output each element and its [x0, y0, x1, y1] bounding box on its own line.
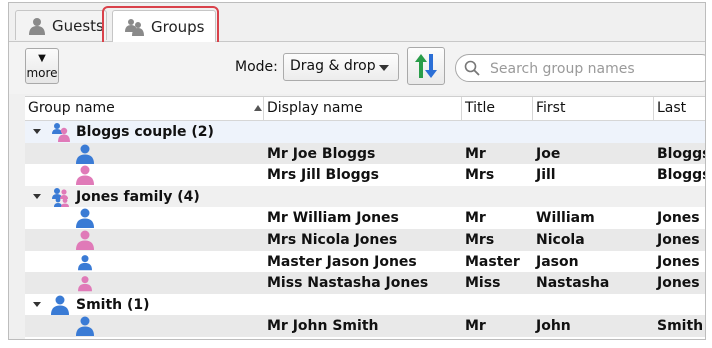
title-cell: Mrs [465, 167, 495, 184]
display-name-cell: Master Jason Jones [267, 253, 417, 270]
toolbar: ▼ more Mode: Drag & drop [9, 42, 705, 94]
tab-guests[interactable]: Guests [15, 10, 107, 40]
male-person-icon [76, 316, 94, 339]
title-cell: Mr [465, 210, 486, 227]
last-name-cell: Bloggs [657, 167, 706, 184]
column-divider[interactable] [461, 97, 462, 120]
table-row[interactable]: Mr William Jones Mr William Jones [25, 207, 705, 229]
display-name-cell: Mr Joe Bloggs [267, 145, 376, 162]
last-name-cell: Jones [657, 253, 700, 270]
display-name-cell: Miss Nastasha Jones [267, 275, 429, 292]
table-row[interactable]: Master Jason Jones Master Jason Jones [25, 251, 705, 273]
more-button[interactable]: ▼ more [25, 48, 59, 84]
groups-table: Group name Display name Title First Last… [25, 96, 706, 339]
title-cell: Master [465, 253, 520, 270]
table-row[interactable]: Mrs Jill Bloggs Mrs Jill Bloggs [25, 164, 706, 186]
chevron-down-icon [379, 65, 389, 71]
group-row[interactable]: Bloggs couple (2) [25, 121, 705, 143]
column-header-last[interactable]: Last [657, 100, 686, 116]
tab-guests-label: Guests [52, 16, 104, 35]
title-cell: Mr [465, 318, 486, 335]
title-cell: Miss [465, 275, 501, 292]
last-name-cell: Jones [657, 210, 700, 227]
search-icon [464, 60, 480, 80]
tab-groups[interactable]: Groups [112, 10, 216, 42]
first-name-cell: Jason [536, 253, 579, 270]
expand-toggle-icon[interactable] [33, 301, 41, 307]
dropdown-arrow-icon: ▼ [38, 53, 46, 64]
tab-bar: Guests Groups [9, 3, 705, 42]
mode-label: Mode: [235, 59, 278, 75]
sort-ascending-icon [254, 105, 262, 111]
window-frame: Guests Groups ▼ more Mode: Drag & drop S… [8, 2, 706, 340]
group-name: Smith (1) [76, 296, 150, 313]
sort-order-button[interactable] [407, 47, 445, 85]
display-name-cell: Mrs Nicola Jones [267, 231, 398, 248]
table-row[interactable]: Miss Nastasha Jones Miss Nastasha Jones [25, 272, 705, 294]
last-name-cell: Jones [657, 275, 700, 292]
expand-toggle-icon[interactable] [33, 193, 41, 199]
column-header-first[interactable]: First [536, 100, 565, 116]
search-box [455, 54, 705, 82]
group-icon [125, 18, 145, 36]
first-name-cell: John [536, 318, 571, 335]
title-cell: Mr [465, 145, 486, 162]
sort-up-down-icon [415, 54, 437, 78]
first-name-cell: Nicola [536, 231, 585, 248]
table-row[interactable]: Mr John Smith Mr John Smith [25, 315, 705, 339]
group-row[interactable]: Smith (1) [25, 294, 705, 316]
group-name: Bloggs couple (2) [76, 124, 214, 140]
display-name-cell: Mr John Smith [267, 318, 379, 335]
table-header: Group name Display name Title First Last [25, 97, 705, 121]
last-name-cell: Jones [657, 231, 700, 248]
column-divider[interactable] [532, 97, 533, 120]
group-name: Jones family (4) [76, 188, 200, 205]
column-header-group-name[interactable]: Group name [28, 100, 115, 116]
column-divider[interactable] [653, 97, 654, 120]
last-name-cell: Smith [657, 318, 704, 335]
search-input[interactable] [488, 58, 705, 80]
mode-value: Drag & drop [290, 58, 376, 74]
mode-select[interactable]: Drag & drop [283, 53, 399, 81]
display-name-cell: Mrs Jill Bloggs [267, 167, 379, 184]
column-divider[interactable] [263, 97, 264, 120]
person-icon [28, 17, 46, 35]
first-name-cell: Nastasha [536, 275, 610, 292]
last-name-cell: Bloggs [657, 145, 706, 162]
column-header-title[interactable]: Title [465, 100, 495, 116]
first-name-cell: William [536, 210, 595, 227]
first-name-cell: Joe [536, 145, 561, 162]
table-row[interactable]: Mrs Nicola Jones Mrs Nicola Jones [25, 228, 705, 251]
table-row[interactable]: Mr Joe Bloggs Mr Joe Bloggs [25, 142, 706, 165]
group-row[interactable]: Jones family (4) [25, 185, 705, 208]
tab-groups-label: Groups [151, 17, 205, 36]
column-header-display-name[interactable]: Display name [267, 100, 363, 116]
more-label: more [26, 66, 58, 80]
display-name-cell: Mr William Jones [267, 210, 399, 227]
title-cell: Mrs [465, 231, 495, 248]
first-name-cell: Jill [536, 167, 556, 184]
expand-toggle-icon[interactable] [33, 129, 41, 134]
